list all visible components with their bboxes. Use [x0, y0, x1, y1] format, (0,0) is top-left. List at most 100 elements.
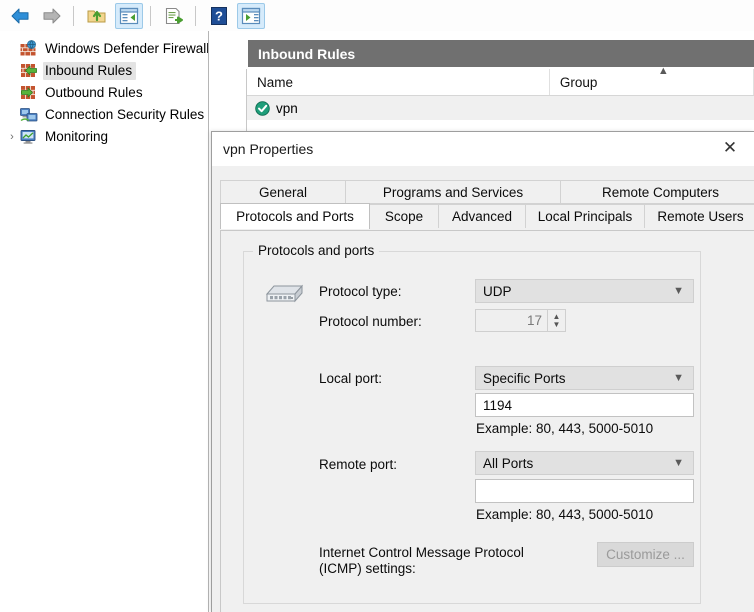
show-hide-action-pane-button[interactable]	[237, 2, 265, 29]
toolbar-separator-2	[150, 5, 151, 26]
protocols-and-ports-page: Protocols and ports Protocol type: UDP ▼…	[220, 230, 754, 612]
local-port-example: Example: 80, 443, 5000-5010	[476, 421, 654, 436]
tree-item-label: Monitoring	[45, 129, 109, 144]
tree-expand-monitoring-icon[interactable]: ›	[4, 131, 20, 143]
column-header-group[interactable]: Group ▲	[550, 65, 754, 95]
stepper-down-icon[interactable]: ▼	[553, 320, 561, 329]
remote-port-label: Remote port:	[319, 457, 398, 472]
inbound-rules-icon	[20, 62, 38, 80]
tab-protocols-and-ports-label: Protocols and Ports	[236, 209, 354, 224]
local-port-select[interactable]: Specific Ports ▼	[475, 366, 694, 390]
remote-port-example: Example: 80, 443, 5000-5010	[476, 507, 654, 522]
toolbar-separator-3	[195, 5, 196, 26]
up-folder-icon	[87, 10, 106, 22]
table-row[interactable]: vpn	[247, 96, 754, 120]
tree-label-wrap: Connection Security Rules	[43, 106, 208, 124]
console-tree-icon	[119, 7, 139, 24]
rule-name-cell: vpn	[276, 100, 298, 116]
tree-item-monitoring[interactable]: › Monitoring	[0, 126, 208, 148]
back-button[interactable]	[6, 3, 34, 29]
local-port-value: Specific Ports	[483, 370, 566, 386]
local-port-input[interactable]: 1194	[475, 393, 694, 417]
close-icon[interactable]: ✕	[708, 132, 752, 163]
tab-remote-users-label: Remote Users	[657, 209, 744, 224]
tree-item-connection-security-rules[interactable]: Connection Security Rules	[0, 104, 208, 126]
dialog-titlebar[interactable]: vpn Properties ✕	[212, 132, 754, 166]
results-header: Inbound Rules	[248, 40, 754, 67]
outbound-rules-icon	[20, 84, 38, 102]
dialog-body: General Programs and Services Remote Com…	[212, 166, 754, 612]
tab-advanced[interactable]: Advanced	[438, 204, 526, 228]
tab-remote-users[interactable]: Remote Users	[644, 204, 754, 228]
tab-remote-computers-label: Remote Computers	[601, 184, 720, 200]
tab-programs-and-services[interactable]: Programs and Services	[345, 180, 561, 204]
protocol-type-value: UDP	[483, 283, 512, 299]
tree-label-wrap: Inbound Rules	[43, 62, 137, 80]
mmc-toolbar: ?	[0, 0, 754, 32]
monitoring-icon	[20, 128, 38, 146]
console-tree-pane: Windows Defender Firewall witl Inbound	[0, 31, 209, 612]
svg-text:?: ?	[215, 8, 223, 23]
groupbox-title: Protocols and ports	[253, 243, 380, 258]
tab-scope-label: Scope	[384, 209, 424, 224]
tree-item-label: Inbound Rules	[45, 63, 133, 78]
column-header-name[interactable]: Name	[247, 69, 550, 95]
help-icon: ?	[211, 6, 227, 25]
export-list-icon	[165, 7, 183, 24]
forward-arrow-icon	[43, 8, 61, 23]
tab-general-label: General	[258, 184, 308, 200]
icmp-customize-label: Customize ...	[606, 547, 685, 562]
stepper-buttons[interactable]: ▲ ▼	[547, 310, 565, 331]
tree-item-windows-defender-firewall[interactable]: Windows Defender Firewall witl	[0, 38, 208, 60]
tab-general[interactable]: General	[220, 180, 346, 204]
action-pane-icon	[241, 7, 261, 24]
dialog-tabstrip: General Programs and Services Remote Com…	[220, 180, 754, 232]
tab-local-principals-label: Local Principals	[537, 209, 633, 224]
local-port-input-value: 1194	[483, 397, 513, 413]
chevron-down-icon: ▼	[673, 457, 684, 469]
tree-label-wrap: Outbound Rules	[43, 84, 147, 102]
column-header-group-label: Group	[559, 74, 598, 90]
tab-protocols-and-ports[interactable]: Protocols and Ports	[220, 203, 370, 229]
tree-item-inbound-rules[interactable]: Inbound Rules	[0, 60, 208, 82]
tab-local-principals[interactable]: Local Principals	[525, 204, 645, 228]
chevron-down-icon: ▼	[673, 372, 684, 384]
firewall-globe-icon	[20, 40, 38, 58]
help-button[interactable]: ?	[205, 3, 233, 29]
network-switch-icon	[261, 278, 307, 313]
protocol-number-stepper[interactable]: 17 ▲ ▼	[475, 309, 566, 332]
tabstrip-row-2: Protocols and Ports Scope Advanced Local…	[220, 203, 754, 229]
remote-port-value: All Ports	[483, 455, 534, 471]
up-folder-button[interactable]	[83, 3, 111, 29]
tree-item-label: Outbound Rules	[45, 85, 143, 100]
application-window: ? Windows Defender Firewall Inbound Rule…	[0, 0, 754, 612]
forward-button[interactable]	[38, 3, 66, 29]
protocol-type-select[interactable]: UDP ▼	[475, 279, 694, 303]
tree-label-wrap: Monitoring	[43, 128, 112, 146]
chevron-down-icon: ▼	[673, 285, 684, 297]
tab-remote-computers[interactable]: Remote Computers	[560, 180, 754, 204]
protocols-and-ports-groupbox: Protocols and ports Protocol type: UDP ▼…	[243, 243, 701, 604]
tree-item-outbound-rules[interactable]: Outbound Rules	[0, 82, 208, 104]
icmp-customize-button[interactable]: Customize ...	[597, 542, 694, 567]
remote-port-select[interactable]: All Ports ▼	[475, 451, 694, 475]
list-column-header: Name Group ▲	[247, 65, 754, 96]
dialog-title: vpn Properties	[223, 141, 314, 157]
protocol-type-label: Protocol type:	[319, 284, 402, 299]
column-header-name-label: Name	[257, 74, 294, 90]
results-header-label: Inbound Rules	[258, 45, 356, 62]
vpn-properties-dialog: vpn Properties ✕ General Programs and Se…	[211, 131, 754, 612]
tree-label-wrap: Windows Defender Firewall witl	[43, 40, 209, 58]
show-hide-console-tree-button[interactable]	[115, 2, 143, 29]
local-port-label: Local port:	[319, 371, 383, 386]
tab-scope[interactable]: Scope	[369, 204, 439, 228]
icmp-settings-label: Internet Control Message Protocol (ICMP)…	[319, 545, 524, 576]
protocol-number-label: Protocol number:	[319, 314, 422, 329]
tab-advanced-label: Advanced	[451, 209, 513, 224]
remote-port-input[interactable]	[475, 479, 694, 503]
export-list-button[interactable]	[160, 3, 188, 29]
sort-ascending-icon: ▲	[657, 65, 669, 77]
protocol-number-value: 17	[526, 313, 542, 328]
tree-item-label: Windows Defender Firewall witl	[45, 41, 209, 56]
toolbar-separator-1	[73, 5, 74, 26]
